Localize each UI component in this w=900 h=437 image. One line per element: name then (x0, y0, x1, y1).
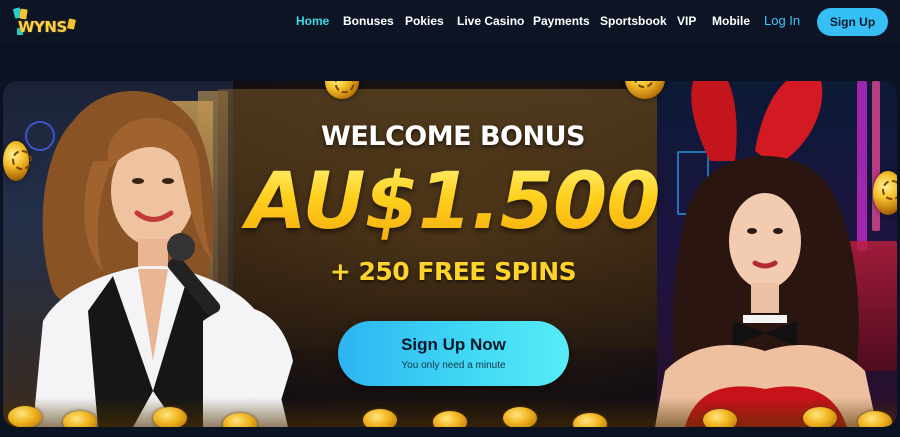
gold-coin-icon (803, 407, 837, 427)
site-logo[interactable]: WYNS (12, 7, 80, 36)
promo-amount: AU$1.500 (3, 157, 897, 247)
signup-now-button[interactable]: Sign Up Now You only need a minute (338, 321, 569, 386)
site-header: WYNS Home Bonuses Pokies Live Casino Pay… (0, 0, 900, 44)
gold-coin-icon (703, 409, 737, 427)
gold-coin-icon (363, 409, 397, 427)
login-link[interactable]: Log In (764, 13, 800, 28)
nav-item-vip[interactable]: VIP (677, 14, 696, 28)
gold-coin-icon (63, 411, 97, 427)
cta-label: Sign Up Now (401, 335, 506, 354)
cta-sublabel: You only need a minute (401, 360, 506, 371)
promo-free-spins: + 250 FREE SPINS (329, 257, 577, 286)
gold-coin-icon (8, 406, 42, 427)
nav-item-payments[interactable]: Payments (533, 14, 590, 28)
nav-item-sportsbook[interactable]: Sportsbook (600, 14, 667, 28)
logo-text: WYNS (18, 18, 67, 36)
hero-banner: WELCOME BONUS AU$1.500 + 250 FREE SPINS … (3, 81, 897, 427)
nav-item-home[interactable]: Home (296, 14, 329, 28)
gold-coin-icon (153, 407, 187, 427)
promo-headline: WELCOME BONUS (321, 121, 585, 152)
gold-coin-icon (858, 411, 892, 427)
card-icon (67, 18, 76, 30)
nav-item-mobile[interactable]: Mobile (712, 14, 750, 28)
signup-button[interactable]: Sign Up (817, 8, 888, 36)
nav-item-pokies[interactable]: Pokies (405, 14, 444, 28)
nav-item-live-casino[interactable]: Live Casino (457, 14, 524, 28)
nav-item-bonuses[interactable]: Bonuses (343, 14, 394, 28)
gold-coin-icon (503, 407, 537, 427)
gold-coin-icon (433, 411, 467, 427)
